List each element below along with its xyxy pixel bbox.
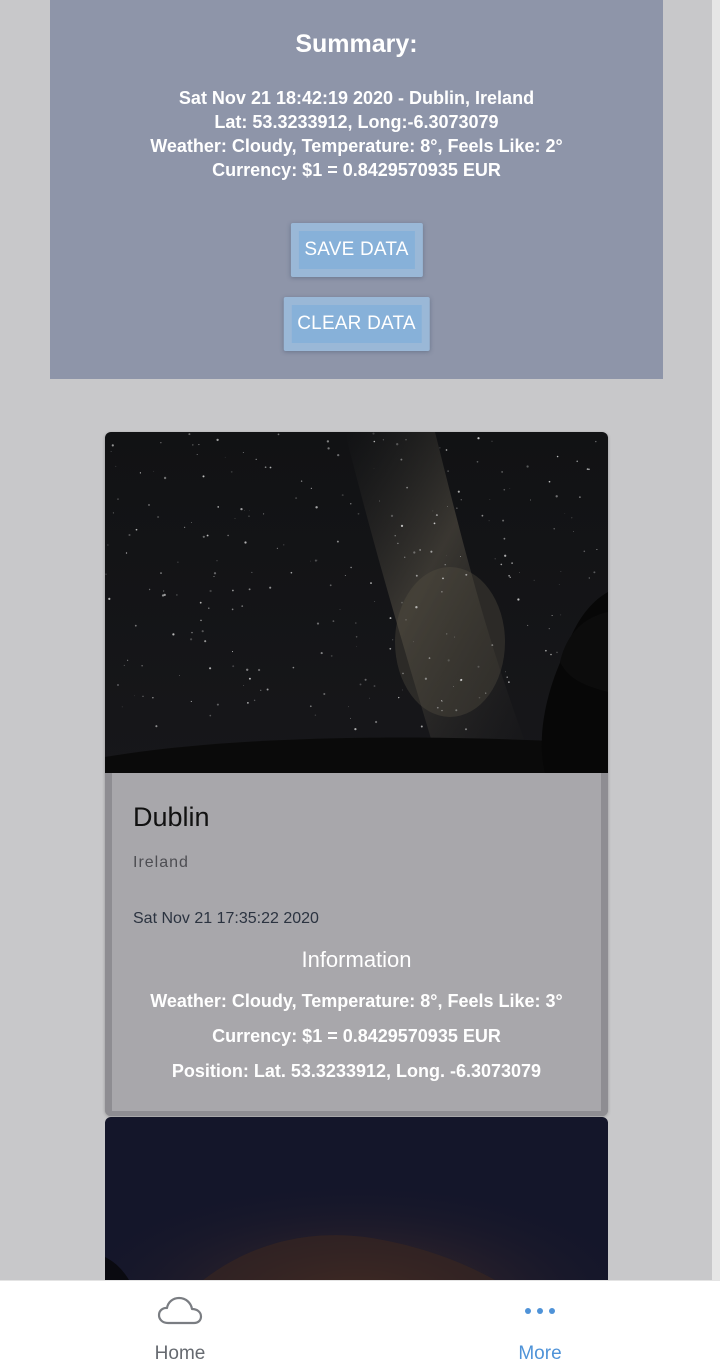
save-data-button[interactable]: SAVE DATA (290, 223, 423, 277)
tab-home[interactable]: Home (90, 1281, 270, 1366)
information-heading: Information (301, 947, 412, 972)
tab-home-label: Home (154, 1343, 206, 1364)
clear-data-label: CLEAR DATA (291, 305, 422, 343)
summary-weather: Weather: Cloudy, Temperature: 8°, Feels … (150, 136, 563, 156)
tab-more-label: More (518, 1343, 562, 1364)
summary-title: Summary: (295, 30, 418, 58)
save-data-label: SAVE DATA (298, 231, 415, 269)
cloud-icon (157, 1296, 203, 1325)
summary-datetime-location: Sat Nov 21 18:42:19 2020 - Dublin, Irela… (178, 88, 535, 108)
tab-more[interactable]: More (450, 1281, 630, 1366)
card-country-subtitle: Ireland (133, 854, 189, 871)
card-details: Dublin Ireland Sat Nov 21 17:35:22 2020 … (105, 773, 608, 1116)
card-position: Position: Lat. 53.3233912, Long. -6.3073… (171, 1061, 542, 1081)
bottom-tab-bar: Home More (0, 1280, 720, 1366)
night-sky-photo (105, 432, 608, 773)
location-card[interactable]: Dublin Ireland Sat Nov 21 17:35:22 2020 … (105, 432, 608, 1116)
card-currency: Currency: $1 = 0.8429570935 EUR (212, 1026, 501, 1046)
summary-currency: Currency: $1 = 0.8429570935 EUR (212, 160, 501, 180)
clear-data-button[interactable]: CLEAR DATA (283, 297, 430, 351)
scrollbar[interactable] (712, 0, 720, 1280)
card-city-title: Dublin (133, 802, 210, 832)
summary-details: Sat Nov 21 18:42:19 2020 - Dublin, Irela… (50, 86, 663, 182)
app-page: Summary: Sat Nov 21 18:42:19 2020 - Dubl… (0, 0, 720, 1366)
more-dots-icon (525, 1308, 555, 1314)
summary-coordinates: Lat: 53.3233912, Long:-6.3073079 (214, 112, 499, 132)
card-weather: Weather: Cloudy, Temperature: 8°, Feels … (150, 991, 563, 1011)
summary-panel: Summary: Sat Nov 21 18:42:19 2020 - Dubl… (50, 0, 663, 379)
card-timestamp: Sat Nov 21 17:35:22 2020 (133, 910, 319, 927)
